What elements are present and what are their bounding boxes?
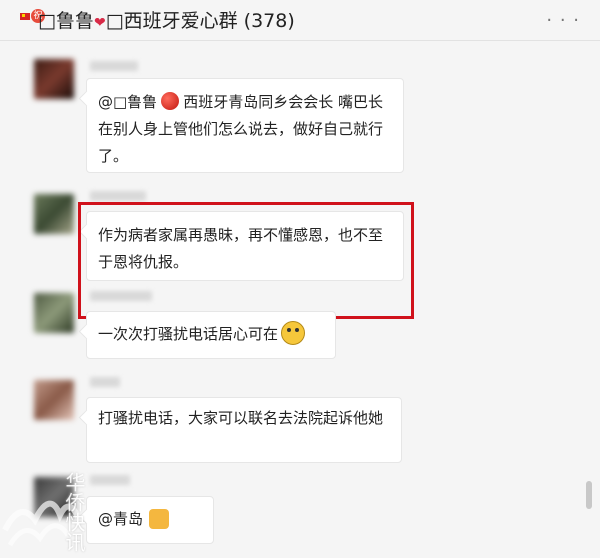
message-bubble[interactable]: 一次次打骚扰电话居心可在 [86, 311, 336, 359]
title-suffix: □西班牙爱心群 (378) [105, 10, 295, 32]
sender-name [90, 191, 146, 201]
apple-emoji-icon [161, 92, 180, 110]
message-bubble[interactable]: 打骚扰电话，大家可以联名去法院起诉他她 [86, 397, 402, 463]
sender-name [90, 291, 152, 301]
thumbs-up-emoji-icon [149, 509, 170, 529]
heart-icon: ❤ [93, 15, 106, 31]
highlight-box [78, 202, 414, 319]
title-prefix: □鲁鲁 [38, 10, 94, 32]
mention-text: @□鲁鲁 [98, 93, 158, 111]
flag-icon [20, 13, 30, 20]
more-options-button[interactable]: · · · [546, 10, 580, 31]
sender-name [90, 61, 138, 71]
chat-header: 祝 □鲁鲁❤□西班牙爱心群 (378) · · · [0, 0, 600, 41]
smiley-emoji-icon [281, 321, 306, 345]
scrollbar[interactable] [586, 481, 592, 509]
avatar[interactable] [34, 293, 74, 333]
avatar[interactable] [34, 380, 74, 420]
message-text: 一次次打骚扰电话居心可在 [98, 325, 279, 343]
chat-title: □鲁鲁❤□西班牙爱心群 (378) [38, 6, 295, 33]
avatar[interactable] [34, 59, 74, 99]
avatar[interactable] [34, 194, 74, 234]
message-text: 打骚扰电话，大家可以联名去法院起诉他她 [98, 409, 384, 427]
message-bubble[interactable]: @□鲁鲁 西班牙青岛同乡会会长 嘴巴长在别人身上管他们怎么说去，做好自己就行了。 [86, 78, 404, 173]
watermark-text: 华侨快讯 [62, 472, 86, 552]
sender-name [90, 377, 120, 387]
